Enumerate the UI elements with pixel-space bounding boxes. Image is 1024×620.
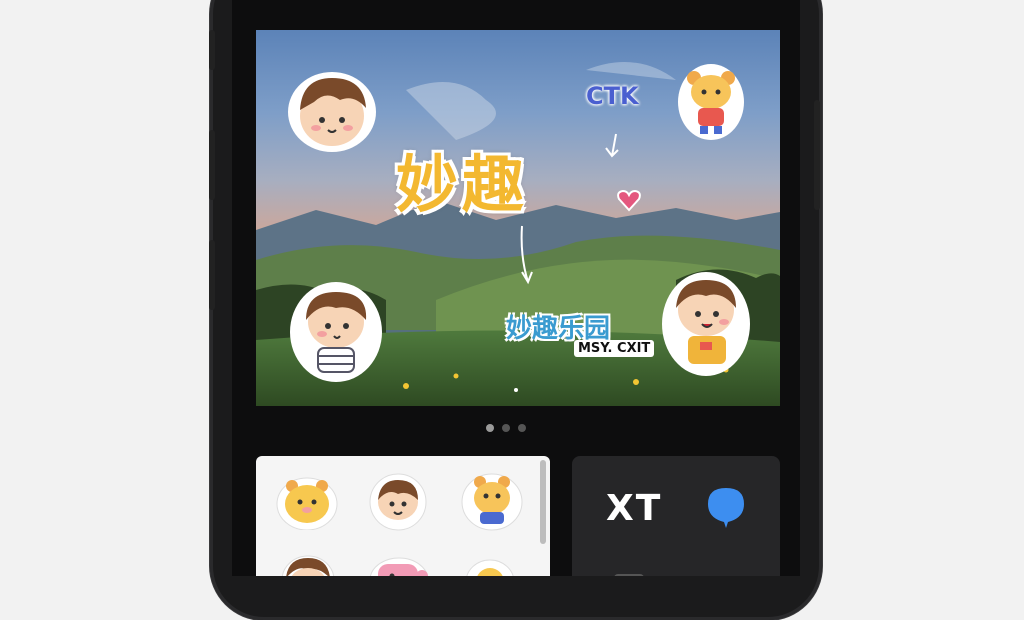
sticker-option-bear-2[interactable] xyxy=(460,472,524,532)
sticker-picker-panel[interactable] xyxy=(256,456,550,576)
color-picker-icon[interactable] xyxy=(706,486,746,530)
sticker-option-pink[interactable] xyxy=(368,556,430,576)
power-button xyxy=(814,100,820,210)
sticker-panel-scrollbar[interactable] xyxy=(540,460,546,544)
volume-up-button xyxy=(209,130,215,200)
volume-down-button xyxy=(209,240,215,310)
sticker-option-bear[interactable] xyxy=(276,474,338,530)
text-tool-label[interactable]: XT xyxy=(606,488,662,529)
doodle-lines xyxy=(520,133,619,285)
sticker-option-bear-3[interactable] xyxy=(462,558,518,576)
caption-subtext[interactable]: MSY. CXIT xyxy=(574,340,655,357)
mute-switch xyxy=(209,30,215,70)
photo-canvas[interactable]: CTK 妙趣 妙趣乐园 MSY. CXIT xyxy=(256,30,780,406)
text-tool-panel[interactable]: XT xyxy=(572,456,780,576)
page-dot-2[interactable] xyxy=(502,424,510,432)
main-title-sticker[interactable]: 妙趣 xyxy=(396,134,528,224)
sticker-option-boy[interactable] xyxy=(368,472,428,532)
boy-face-sticker[interactable] xyxy=(284,66,380,156)
boy-body-sticker[interactable] xyxy=(288,280,384,386)
sticker-option-boy-2[interactable] xyxy=(278,552,338,576)
page-indicator[interactable] xyxy=(486,424,526,432)
page-dot-3[interactable] xyxy=(518,424,526,432)
boy-waving-sticker[interactable] xyxy=(660,270,752,378)
phone-screen: CTK 妙趣 妙趣乐园 MSY. CXIT XT xyxy=(232,0,800,576)
bear-sticker[interactable] xyxy=(676,62,746,142)
label-sticker-top[interactable]: CTK xyxy=(586,82,639,110)
page-dot-1[interactable] xyxy=(486,424,494,432)
